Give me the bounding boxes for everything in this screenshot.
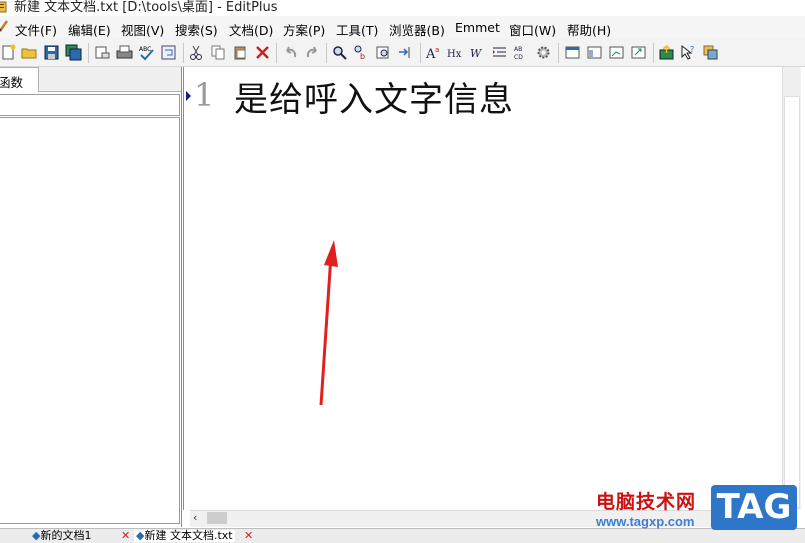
svg-text:W: W (470, 47, 483, 60)
settings-gear-icon[interactable] (535, 44, 552, 61)
replace-icon[interactable]: b (353, 44, 370, 61)
function-list[interactable] (0, 117, 180, 524)
scroll-left-arrow-icon[interactable]: ‹ (193, 511, 205, 525)
svg-text:?: ? (690, 45, 694, 54)
print-icon[interactable] (116, 44, 133, 61)
menu-search[interactable]: 搜索(S) (175, 20, 218, 39)
function-filter-input[interactable] (0, 94, 180, 116)
new-file-icon[interactable] (0, 44, 17, 61)
save-all-icon[interactable] (65, 44, 82, 61)
toolbar-separator (558, 43, 559, 63)
horizontal-scrollbar-thumb[interactable] (207, 512, 227, 524)
text-editor-area[interactable] (183, 67, 783, 510)
doc-tab-label: 新的文档1 (40, 529, 92, 542)
watermark-url: www.tagxp.com (596, 514, 695, 529)
menu-browser[interactable]: 浏览器(B) (389, 20, 445, 39)
svg-text:AB: AB (514, 46, 522, 53)
spell-check-icon[interactable]: ABC (138, 44, 155, 61)
delete-icon[interactable] (254, 44, 271, 61)
watermark-site-name: 电脑技术网 (596, 491, 697, 513)
toolbar-separator (653, 43, 654, 63)
svg-text:Hx: Hx (447, 49, 462, 60)
editor-line-text[interactable]: 是给呼入文字信息 (234, 72, 514, 121)
tab-functions[interactable]: 函数 (0, 67, 39, 92)
menu-window[interactable]: 窗口(W) (509, 20, 556, 39)
copy-icon[interactable] (210, 44, 227, 61)
output-window-icon[interactable] (608, 44, 625, 61)
svg-text:a: a (435, 46, 439, 54)
find-in-files-icon[interactable] (375, 44, 392, 61)
word-wrap-icon[interactable] (160, 44, 177, 61)
font-icon[interactable]: Aa (425, 44, 442, 61)
browser-preview-icon[interactable] (630, 44, 647, 61)
print-preview-icon[interactable] (94, 44, 111, 61)
toolbar: ABC b Aa Hx W AB CD ? (0, 38, 805, 67)
hex-view-icon[interactable]: Hx (447, 44, 464, 61)
toggle-panel-icon[interactable] (564, 44, 581, 61)
annotation-arrow-icon (319, 240, 338, 406)
directory-window-icon[interactable] (586, 44, 603, 61)
doc-tab-label: 新建 文本文档.txt (144, 529, 233, 542)
svg-text:CD: CD (514, 54, 523, 61)
pencil-icon (0, 20, 8, 32)
svg-text:ABC: ABC (139, 46, 151, 53)
current-line-marker (186, 91, 191, 101)
menu-project[interactable]: 方案(P) (283, 20, 325, 39)
vertical-scrollbar-thumb[interactable] (784, 96, 800, 508)
menu-help[interactable]: 帮助(H) (567, 20, 611, 39)
toolbar-separator (276, 43, 277, 63)
undo-icon[interactable] (282, 44, 299, 61)
menu-edit[interactable]: 编辑(E) (68, 20, 111, 39)
menu-emmet[interactable]: Emmet (455, 20, 500, 35)
open-folder-icon[interactable] (21, 44, 38, 61)
menu-view[interactable]: 视图(V) (121, 20, 164, 39)
ftp-upload-icon[interactable] (658, 44, 675, 61)
menu-file[interactable]: 文件(F) (15, 20, 57, 39)
menu-tools[interactable]: 工具(T) (336, 20, 378, 39)
cut-icon[interactable] (188, 44, 205, 61)
line-number: 1 (194, 76, 215, 114)
editplus-app-icon (0, 1, 7, 13)
watermark-tag-text: TAG (716, 487, 792, 527)
window-title: 新建 文本文档.txt [D:\tools\桌面] - EditPlus (14, 0, 278, 15)
goto-line-icon[interactable] (397, 44, 414, 61)
tab-functions-label: 函数 (0, 75, 24, 90)
word-wrap-w-icon[interactable]: W (469, 44, 486, 61)
title-bar: 新建 文本文档.txt [D:\tools\桌面] - EditPlus (0, 0, 805, 16)
sort-icon[interactable]: ABCD (513, 44, 530, 61)
toolbar-separator (88, 43, 89, 63)
redo-icon[interactable] (304, 44, 321, 61)
doc-tab-new-document-1[interactable]: ◆新的文档1 (32, 530, 91, 542)
toolbar-separator (420, 43, 421, 63)
paste-icon[interactable] (232, 44, 249, 61)
close-icon[interactable]: ✕ (244, 530, 253, 542)
toolbar-separator (183, 43, 184, 63)
user-tools-icon[interactable] (702, 44, 719, 61)
doc-tab-text-file[interactable]: ◆新建 文本文档.txt (134, 530, 235, 542)
sidebar-tabstrip (38, 67, 181, 92)
save-icon[interactable] (43, 44, 60, 61)
svg-text:b: b (360, 52, 365, 61)
indent-icon[interactable] (491, 44, 508, 61)
find-icon[interactable] (331, 44, 348, 61)
help-pointer-icon[interactable]: ? (680, 44, 697, 61)
menu-document[interactable]: 文档(D) (229, 20, 273, 39)
toolbar-separator (326, 43, 327, 63)
close-icon[interactable]: ✕ (121, 530, 130, 542)
